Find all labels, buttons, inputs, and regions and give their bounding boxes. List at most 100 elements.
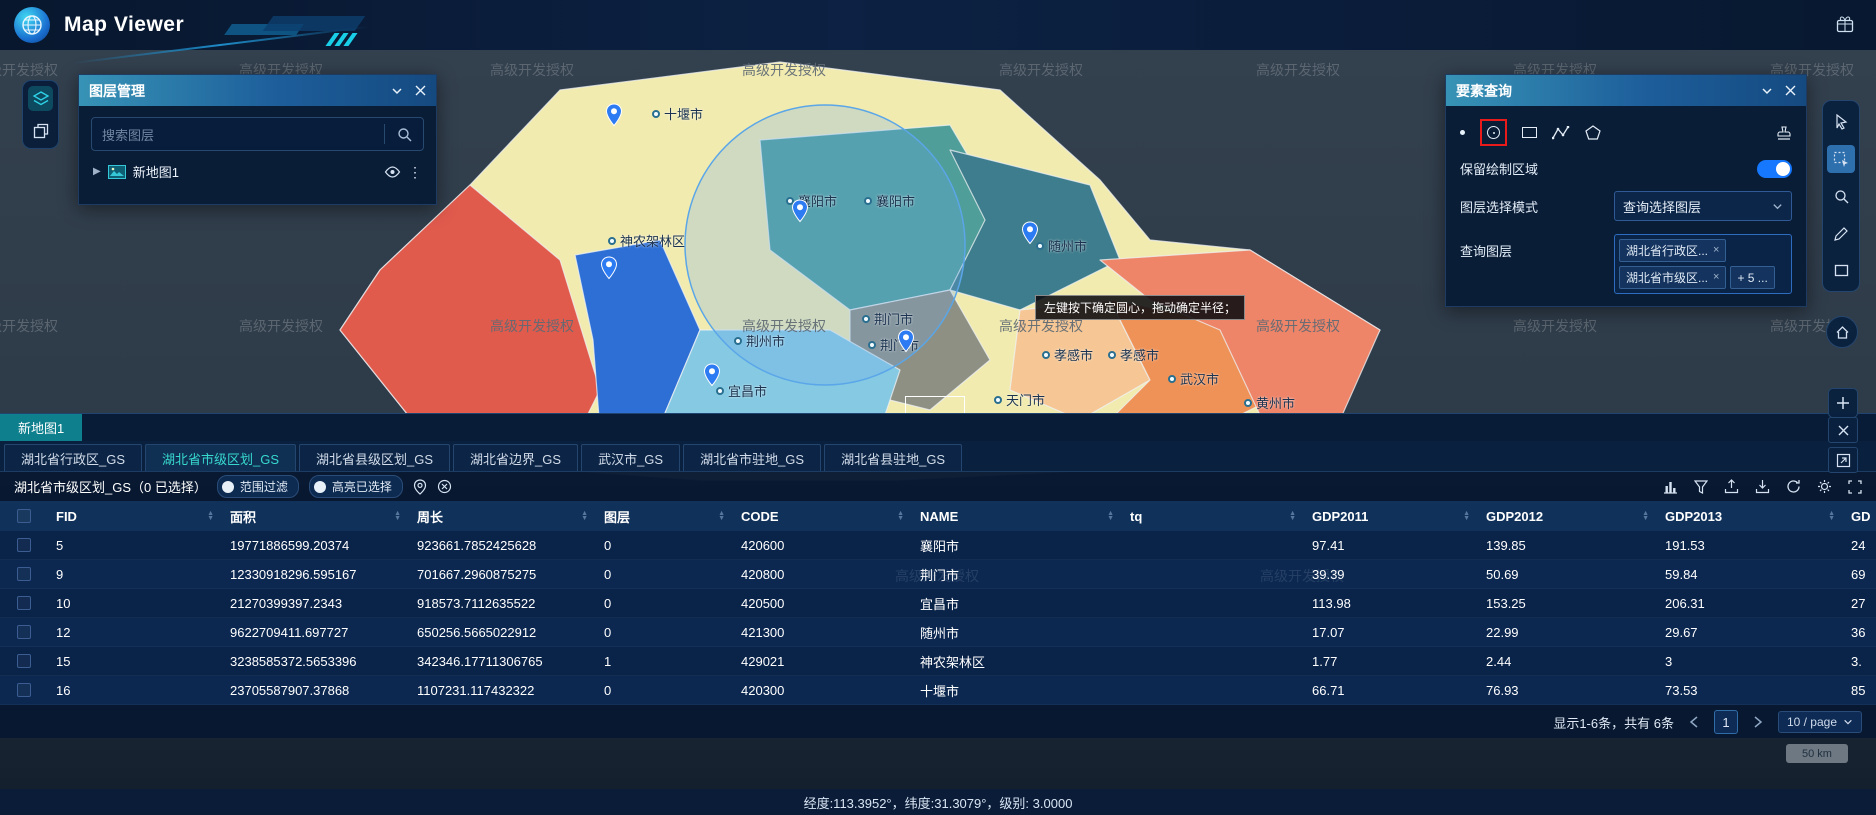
clear-selection-icon[interactable] [437, 479, 452, 494]
next-page-icon[interactable] [1748, 712, 1768, 732]
column-header[interactable]: tq▲▼ [1122, 501, 1304, 531]
sort-icon[interactable]: ▲▼ [897, 511, 904, 521]
refresh-icon[interactable] [1786, 479, 1801, 494]
layer-search-input[interactable]: 搜索图层 [91, 117, 424, 151]
sort-icon[interactable]: ▲▼ [394, 511, 401, 521]
layer-tab[interactable]: 湖北省县级区划_GS [299, 444, 450, 471]
edit-pencil-icon[interactable] [1827, 219, 1855, 247]
column-header[interactable]: GDP2011▲▼ [1304, 501, 1478, 531]
close-table-button[interactable] [1828, 417, 1858, 443]
query-layer-tag[interactable]: 湖北省市级区...× [1619, 266, 1726, 289]
current-page-button[interactable]: 1 [1714, 710, 1738, 734]
table-row[interactable]: 153238585372.5653396342346.1771130676514… [0, 647, 1876, 676]
column-header[interactable]: GDP2013▲▼ [1657, 501, 1843, 531]
settings-gear-icon[interactable] [1817, 479, 1832, 494]
layer-tab[interactable]: 武汉市_GS [581, 444, 680, 471]
export-table-button[interactable] [1828, 447, 1858, 473]
query-layers-tagbox[interactable]: 湖北省行政区...× 湖北省市级区...×+ 5 ... [1614, 234, 1792, 294]
sort-icon[interactable]: ▲▼ [1289, 511, 1296, 521]
column-header[interactable]: GD▲▼ [1843, 501, 1876, 531]
close-panel-icon[interactable] [415, 85, 426, 96]
duplicate-map-button[interactable] [28, 118, 53, 143]
map-marker-pin[interactable] [897, 329, 915, 353]
row-checkbox[interactable] [17, 538, 31, 552]
layer-tab[interactable]: 湖北省市级区划_GS [145, 444, 296, 471]
table-row[interactable]: 519771886599.20374923661.785242562804206… [0, 531, 1876, 560]
zoom-query-icon[interactable] [1827, 182, 1855, 210]
layers-tool-button[interactable] [28, 86, 53, 111]
column-header[interactable]: GDP2012▲▼ [1478, 501, 1657, 531]
column-header[interactable]: 图层▲▼ [596, 501, 733, 531]
layer-tab[interactable]: 湖北省行政区_GS [4, 444, 142, 471]
statistics-icon[interactable] [1663, 480, 1678, 494]
rectangle-draw-tool-icon[interactable] [1522, 127, 1537, 138]
sort-icon[interactable]: ▲▼ [1107, 511, 1114, 521]
prev-page-icon[interactable] [1684, 712, 1704, 732]
map-marker-pin[interactable] [703, 363, 721, 387]
select-feature-tool-icon[interactable] [1827, 145, 1855, 173]
row-checkbox[interactable] [17, 683, 31, 697]
map-marker-pin[interactable] [791, 199, 809, 223]
download-icon[interactable] [1755, 479, 1770, 494]
filter-toggle-pill[interactable]: 高亮已选择 [309, 475, 403, 498]
rectangle-zoom-icon[interactable] [1827, 256, 1855, 284]
column-header[interactable]: NAME▲▼ [912, 501, 1122, 531]
point-draw-tool-icon[interactable] [1460, 130, 1465, 135]
select-all-checkbox[interactable] [17, 509, 31, 523]
header-app-icon[interactable] [1836, 15, 1854, 38]
table-header-row: FID▲▼面积▲▼周长▲▼图层▲▼CODE▲▼NAME▲▼tq▲▼GDP2011… [0, 501, 1876, 531]
map-marker-pin[interactable] [1021, 221, 1039, 245]
layer-tab[interactable]: 湖北省市驻地_GS [683, 444, 821, 471]
zoom-in-button[interactable] [1828, 388, 1858, 418]
column-header[interactable]: CODE▲▼ [733, 501, 912, 531]
map-marker-pin[interactable] [605, 103, 623, 127]
table-row[interactable]: 129622709411.697727650256.56650229120421… [0, 618, 1876, 647]
layer-tab[interactable]: 湖北省县驻地_GS [824, 444, 962, 471]
column-header[interactable]: FID▲▼ [48, 501, 222, 531]
page-size-select[interactable]: 10 / page [1778, 711, 1862, 733]
sort-icon[interactable]: ▲▼ [1642, 511, 1649, 521]
column-header[interactable]: 面积▲▼ [222, 501, 409, 531]
layer-tree-item[interactable]: ▶ 新地图1 ⋮ [93, 162, 422, 181]
export-icon[interactable] [1724, 479, 1739, 494]
pointer-tool-icon[interactable] [1827, 108, 1855, 136]
collapse-panel-icon[interactable] [1761, 85, 1773, 97]
polyline-draw-tool-icon[interactable] [1552, 126, 1570, 140]
filter-toggle-pill[interactable]: 范围过滤 [217, 475, 299, 498]
circle-draw-tool-icon[interactable] [1487, 126, 1500, 139]
row-checkbox[interactable] [17, 596, 31, 610]
sort-icon[interactable]: ▲▼ [207, 511, 214, 521]
keep-draw-area-toggle[interactable] [1757, 160, 1792, 178]
visibility-eye-icon[interactable] [384, 166, 401, 178]
query-layer-tag[interactable]: 湖北省行政区...× [1619, 239, 1726, 262]
column-header[interactable]: 周长▲▼ [409, 501, 596, 531]
remove-tag-icon[interactable]: × [1713, 245, 1719, 256]
clear-draw-tool-icon[interactable] [1776, 125, 1792, 141]
sort-icon[interactable]: ▲▼ [718, 511, 725, 521]
expand-caret-icon[interactable]: ▶ [93, 166, 101, 177]
table-row[interactable]: 912330918296.595167701667.29608752750420… [0, 560, 1876, 589]
search-icon[interactable] [385, 127, 423, 142]
locate-selection-icon[interactable] [413, 479, 427, 495]
layer-tab[interactable]: 湖北省边界_GS [453, 444, 578, 471]
layer-mode-select[interactable]: 查询选择图层 [1614, 191, 1792, 221]
home-extent-button[interactable] [1826, 316, 1858, 348]
sort-icon[interactable]: ▲▼ [1828, 511, 1835, 521]
remove-tag-icon[interactable]: × [1713, 272, 1719, 283]
more-options-icon[interactable]: ⋮ [408, 165, 422, 179]
more-layers-tag[interactable]: + 5 ... [1730, 266, 1774, 289]
row-checkbox[interactable] [17, 567, 31, 581]
map-marker-pin[interactable] [600, 256, 618, 280]
sort-icon[interactable]: ▲▼ [1463, 511, 1470, 521]
sort-icon[interactable]: ▲▼ [581, 511, 588, 521]
map-tab[interactable]: 新地图1 [0, 414, 82, 441]
fullscreen-icon[interactable] [1848, 480, 1862, 494]
table-row[interactable]: 1623705587907.378681107231.1174323220420… [0, 676, 1876, 705]
row-checkbox[interactable] [17, 654, 31, 668]
row-checkbox[interactable] [17, 625, 31, 639]
filter-icon[interactable] [1694, 480, 1708, 494]
collapse-panel-icon[interactable] [391, 85, 403, 97]
polygon-draw-tool-icon[interactable] [1585, 125, 1601, 140]
table-row[interactable]: 1021270399397.2343918573.711263552204205… [0, 589, 1876, 618]
close-panel-icon[interactable] [1785, 85, 1796, 96]
